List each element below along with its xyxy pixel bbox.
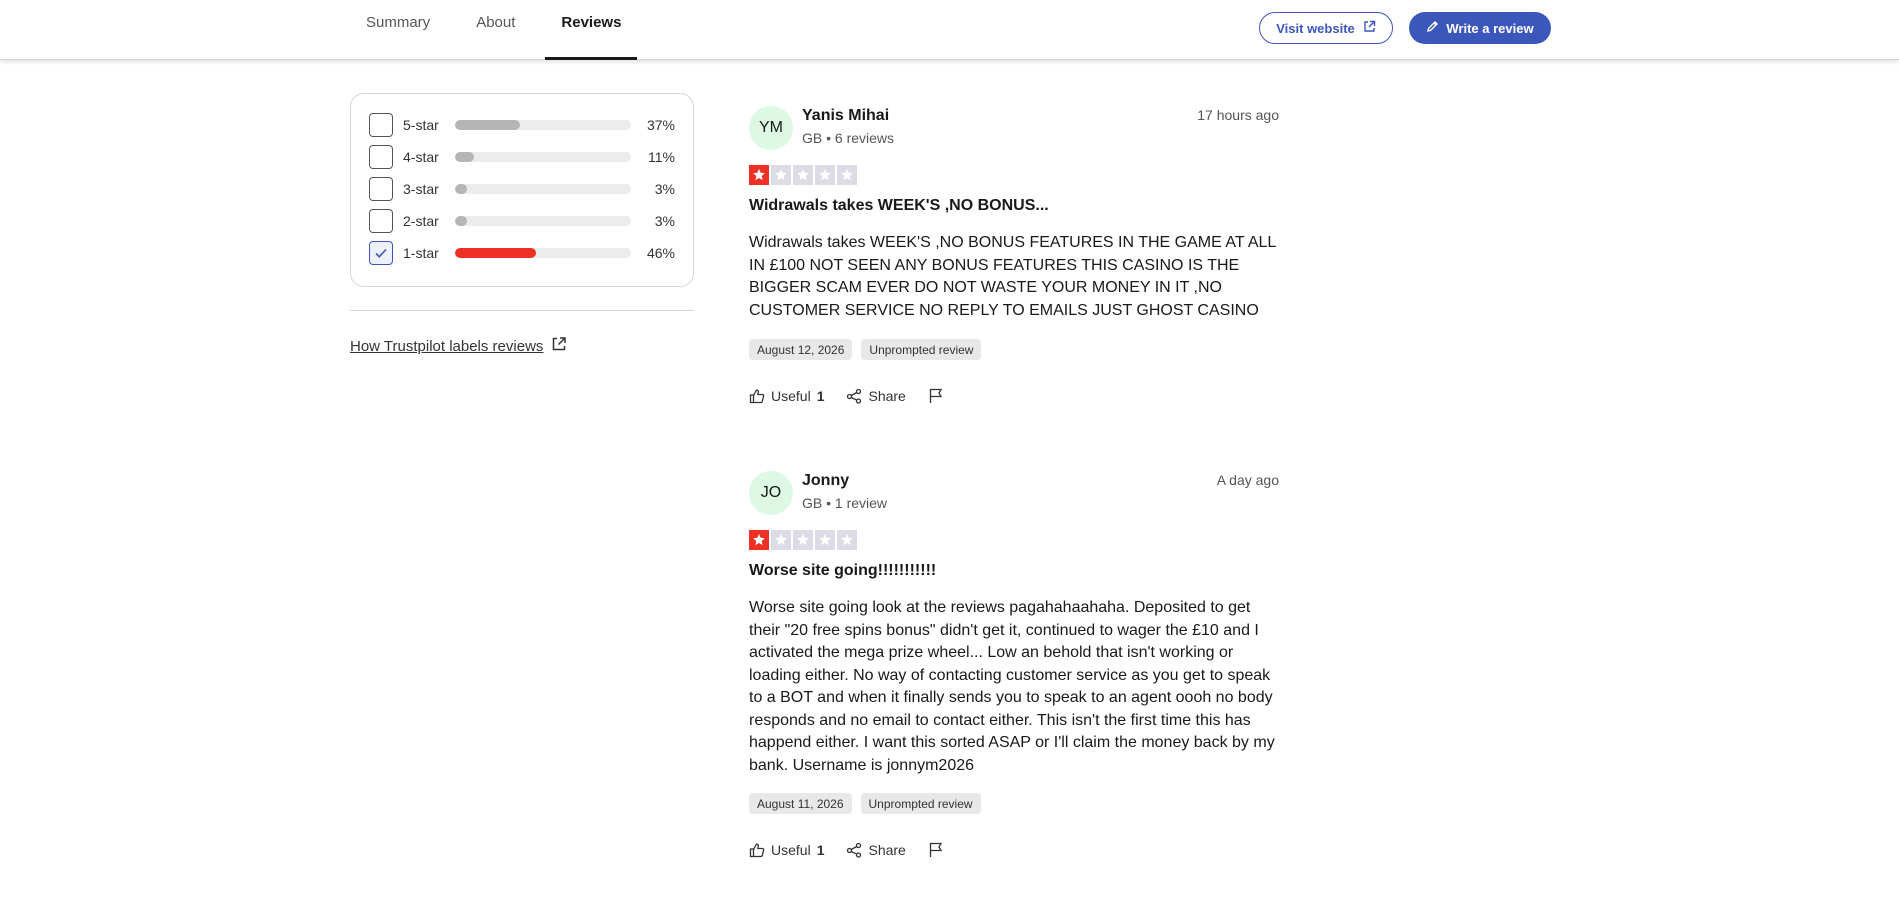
filter-percent: 3% bbox=[654, 213, 675, 229]
visit-website-label: Visit website bbox=[1276, 20, 1355, 36]
filter-label: 2-star bbox=[403, 213, 439, 229]
how-labels-reviews-link[interactable]: How Trustpilot labels reviews bbox=[350, 336, 567, 356]
useful-label: Useful bbox=[771, 842, 811, 858]
review-actions: Useful 1 Share bbox=[749, 842, 944, 858]
top-nav-bar: Summary About Reviews Visit website Writ… bbox=[0, 0, 1899, 60]
write-review-label: Write a review bbox=[1446, 20, 1534, 36]
useful-count: 1 bbox=[816, 388, 825, 404]
star-icon bbox=[837, 530, 857, 550]
external-link-icon bbox=[551, 336, 567, 356]
share-button[interactable]: Share bbox=[846, 842, 906, 858]
star-icon bbox=[749, 530, 769, 550]
filter-percent: 3% bbox=[654, 181, 675, 197]
thumbs-up-icon bbox=[749, 389, 765, 404]
avatar[interactable]: YM bbox=[749, 106, 793, 150]
rating-filter-panel: 5-star 37% 4-star 11% 3-star 3% 2-star 3… bbox=[350, 93, 694, 287]
filter-percent: 46% bbox=[646, 245, 675, 261]
filter-row-2-star[interactable]: 2-star 3% bbox=[369, 208, 679, 234]
flag-icon bbox=[929, 388, 942, 403]
review-title[interactable]: Worse site going!!!!!!!!!!! bbox=[749, 562, 936, 580]
filter-label: 4-star bbox=[403, 149, 439, 165]
pencil-icon bbox=[1426, 20, 1439, 36]
flag-icon bbox=[929, 842, 942, 857]
report-button[interactable] bbox=[928, 388, 944, 404]
filter-row-1-star[interactable]: 1-star 46% bbox=[369, 240, 679, 266]
divider bbox=[350, 310, 694, 311]
star-icon bbox=[793, 165, 813, 185]
checkbox-2-star[interactable] bbox=[369, 209, 393, 233]
filter-label: 5-star bbox=[403, 117, 439, 133]
useful-count: 1 bbox=[816, 842, 825, 858]
filter-row-4-star[interactable]: 4-star 11% bbox=[369, 144, 679, 170]
review-title[interactable]: Widrawals takes WEEK'S ,NO BONUS... bbox=[749, 197, 1049, 215]
bar-fill bbox=[455, 248, 536, 258]
star-icon bbox=[837, 165, 857, 185]
bar-fill bbox=[455, 184, 468, 194]
filter-row-5-star[interactable]: 5-star 37% bbox=[369, 112, 679, 138]
thumbs-up-icon bbox=[749, 843, 765, 858]
review-chips: August 12, 2026 Unprompted review bbox=[749, 339, 982, 360]
reviewer-meta: GB • 6 reviews bbox=[802, 130, 895, 146]
review-chips: August 11, 2026 Unprompted review bbox=[749, 793, 981, 814]
filter-label: 3-star bbox=[403, 181, 439, 197]
star-icon bbox=[749, 165, 769, 185]
useful-button[interactable]: Useful 1 bbox=[749, 388, 824, 404]
filter-label: 1-star bbox=[403, 245, 439, 261]
star-icon bbox=[793, 530, 813, 550]
external-link-icon bbox=[1363, 20, 1376, 36]
review-time: A day ago bbox=[1216, 472, 1279, 488]
star-icon bbox=[771, 165, 791, 185]
filter-row-3-star[interactable]: 3-star 3% bbox=[369, 176, 679, 202]
checkbox-4-star[interactable] bbox=[369, 145, 393, 169]
checkbox-1-star[interactable] bbox=[369, 241, 393, 265]
distribution-bar bbox=[455, 184, 631, 194]
checkbox-3-star[interactable] bbox=[369, 177, 393, 201]
filter-percent: 37% bbox=[646, 117, 675, 133]
avatar[interactable]: JO bbox=[749, 471, 793, 515]
reviewer-name[interactable]: Jonny bbox=[802, 472, 849, 490]
tab-summary[interactable]: Summary bbox=[350, 0, 446, 52]
checkmark-icon bbox=[375, 248, 387, 258]
star-rating bbox=[749, 530, 857, 550]
experience-date-badge: August 12, 2026 bbox=[749, 339, 853, 360]
review-card: YM Yanis Mihai GB • 6 reviews 17 hours a… bbox=[749, 106, 1279, 436]
experience-date-badge: August 11, 2026 bbox=[749, 793, 852, 814]
write-review-button[interactable]: Write a review bbox=[1409, 12, 1551, 44]
share-icon bbox=[847, 388, 862, 404]
bar-fill bbox=[455, 152, 475, 162]
report-button[interactable] bbox=[928, 842, 944, 858]
review-type-badge[interactable]: Unprompted review bbox=[861, 339, 982, 360]
useful-label: Useful bbox=[771, 388, 811, 404]
useful-button[interactable]: Useful 1 bbox=[749, 842, 824, 858]
distribution-bar bbox=[455, 152, 631, 162]
bar-fill bbox=[455, 120, 521, 130]
visit-website-button[interactable]: Visit website bbox=[1259, 12, 1393, 44]
star-rating bbox=[749, 165, 857, 185]
star-icon bbox=[815, 165, 835, 185]
reviewer-name[interactable]: Yanis Mihai bbox=[802, 107, 889, 125]
share-button[interactable]: Share bbox=[846, 388, 906, 404]
star-icon bbox=[815, 530, 835, 550]
share-label: Share bbox=[868, 388, 906, 404]
tab-about[interactable]: About bbox=[460, 0, 531, 52]
review-body: Worse site going look at the reviews pag… bbox=[749, 599, 1275, 774]
labels-link-text: How Trustpilot labels reviews bbox=[350, 337, 544, 355]
review-time: 17 hours ago bbox=[1197, 107, 1279, 123]
share-label: Share bbox=[868, 842, 906, 858]
distribution-bar bbox=[455, 248, 631, 258]
distribution-bar bbox=[455, 120, 631, 130]
share-icon bbox=[847, 842, 862, 858]
star-icon bbox=[771, 530, 791, 550]
review-actions: Useful 1 Share bbox=[749, 388, 944, 404]
distribution-bar bbox=[455, 216, 631, 226]
filter-percent: 11% bbox=[648, 149, 675, 165]
bar-fill bbox=[455, 216, 468, 226]
review-card: JO Jonny GB • 1 review A day ago Worse s… bbox=[749, 471, 1279, 881]
reviewer-meta: GB • 1 review bbox=[802, 495, 888, 511]
tab-reviews[interactable]: Reviews bbox=[545, 0, 638, 60]
review-body: Widrawals takes WEEK'S ,NO BONUS FEATURE… bbox=[749, 234, 1276, 319]
section-tabs: Summary About Reviews bbox=[350, 0, 651, 60]
review-type-badge[interactable]: Unprompted review bbox=[860, 793, 981, 814]
checkbox-5-star[interactable] bbox=[369, 113, 393, 137]
